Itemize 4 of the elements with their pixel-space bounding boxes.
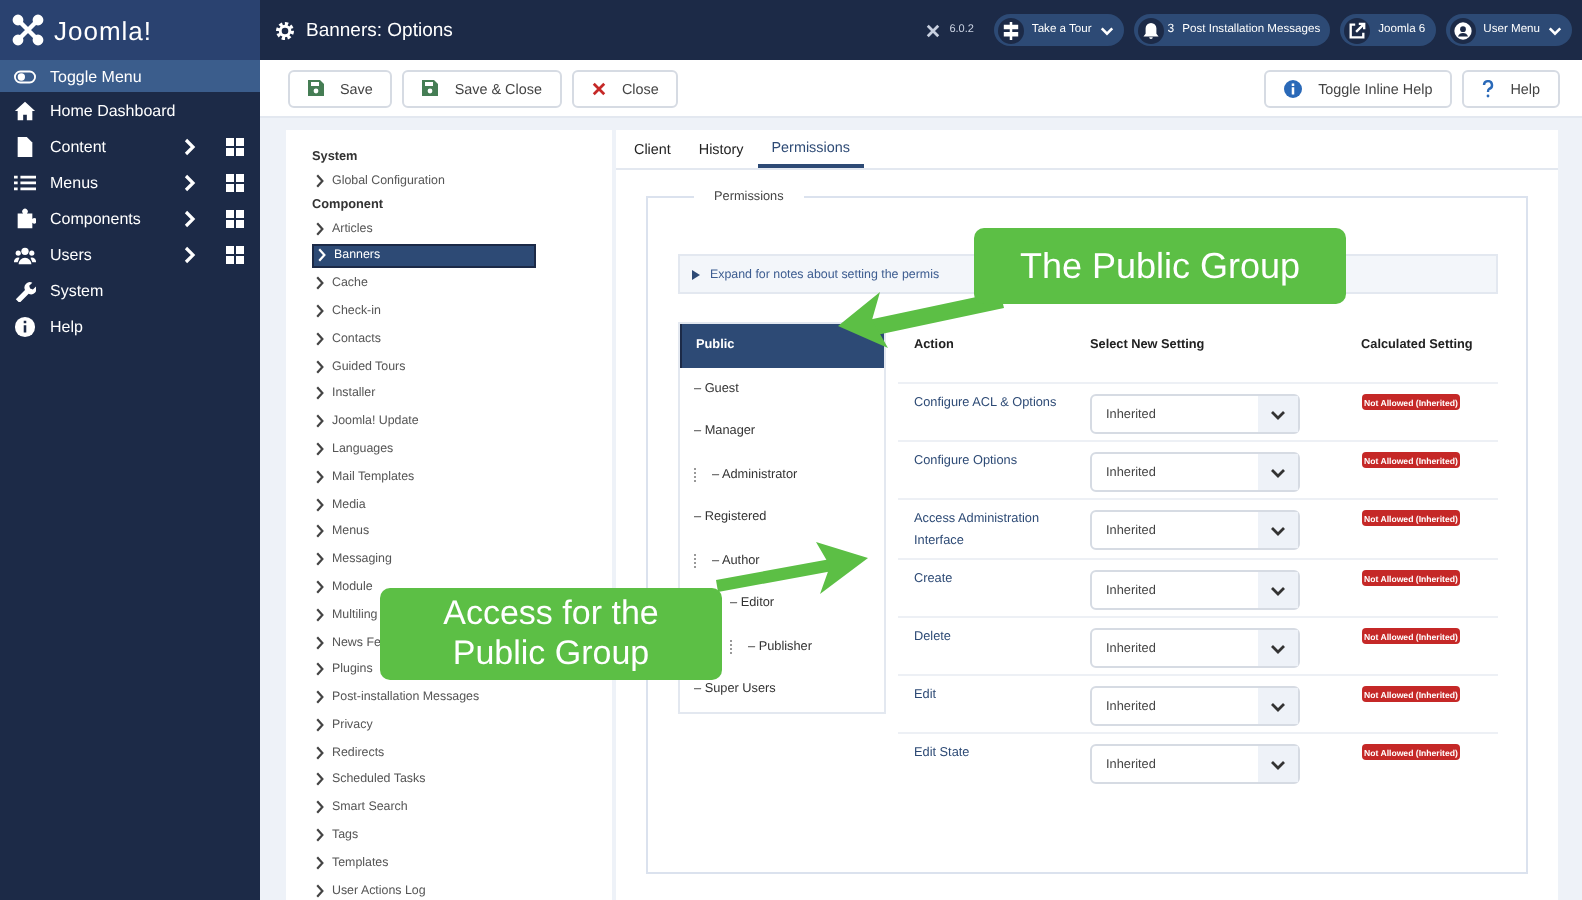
brand-name: Joomla!: [54, 15, 153, 45]
callout-tooltip: The Public Group: [974, 228, 1346, 304]
page-title: Banners: Options: [306, 19, 453, 41]
callout-tooltip: Access for the Public Group: [380, 588, 722, 680]
